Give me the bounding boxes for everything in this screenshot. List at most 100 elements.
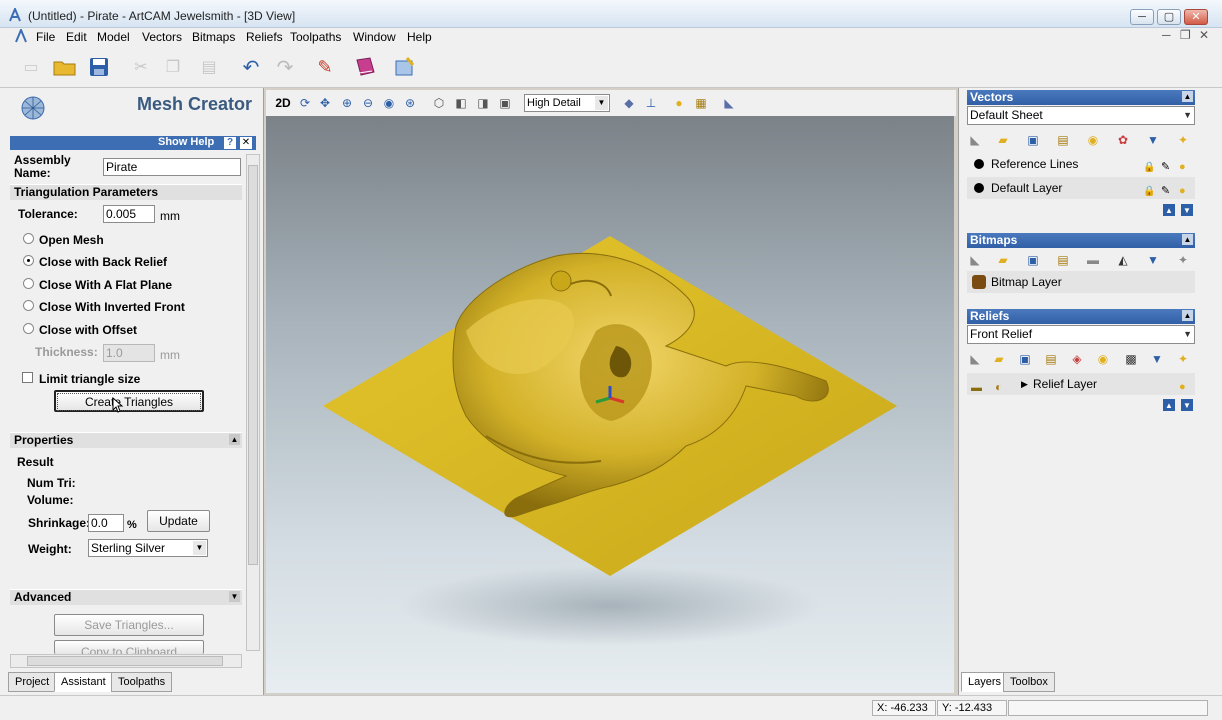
paste-icon[interactable]: ▤ — [196, 54, 222, 80]
2d-view-button[interactable]: 2D — [272, 94, 294, 112]
new-bitmap-icon[interactable]: ◣ — [967, 252, 983, 268]
layer-default[interactable]: Default Layer 🔒 ✎ ● — [967, 177, 1195, 199]
bulb-icon[interactable]: ◉ — [1085, 132, 1101, 148]
book-icon[interactable] — [352, 54, 378, 80]
combine-relief-icon[interactable]: ◈ — [1069, 351, 1085, 367]
expand-down-icon[interactable]: ▼ — [229, 591, 240, 602]
limit-triangle-checkbox[interactable] — [22, 372, 33, 383]
menu-window[interactable]: Window — [353, 30, 396, 44]
relief-select[interactable]: Front Relief — [967, 325, 1195, 344]
bitmap-settings-icon[interactable]: ✦ — [1175, 252, 1191, 268]
weight-select[interactable]: Sterling Silver ▼ — [88, 539, 208, 557]
radio-open-mesh[interactable] — [23, 233, 34, 244]
new-relief-icon[interactable]: ◣ — [967, 351, 983, 367]
move-up-icon[interactable]: ▲ — [1163, 204, 1175, 216]
iso-view-icon[interactable]: ⬡ — [430, 94, 448, 112]
lock-icon[interactable]: 🔒 — [1143, 157, 1155, 179]
pen-icon[interactable]: ✎ — [1161, 156, 1170, 178]
color-layer-icon[interactable]: ◭ — [1115, 252, 1131, 268]
collapse-up-icon[interactable]: ▲ — [1182, 91, 1193, 102]
tab-assistant[interactable]: Assistant — [54, 672, 113, 692]
3d-viewport[interactable] — [266, 116, 954, 693]
new-layer-icon[interactable]: ◣ — [967, 132, 983, 148]
collapse-up-icon[interactable]: ▲ — [229, 434, 240, 445]
minimize-button[interactable]: ─ — [1130, 9, 1154, 25]
radio-close-flat-plane[interactable] — [23, 278, 34, 289]
paste-layer-icon[interactable]: ▤ — [1055, 132, 1071, 148]
relief-film-icon[interactable]: ▩ — [1123, 351, 1139, 367]
visibility-bulb-icon[interactable]: ● — [1179, 156, 1186, 178]
layer-relief[interactable]: ▬ ◐ ▶ Relief Layer ● — [967, 373, 1195, 395]
collapse-up-icon[interactable]: ▲ — [1182, 310, 1193, 321]
pan-icon[interactable]: ✥ — [316, 94, 334, 112]
open-relief-icon[interactable]: ▰ — [991, 351, 1007, 367]
menu-edit[interactable]: Edit — [66, 30, 87, 44]
copy-icon[interactable]: ❐ — [160, 54, 186, 80]
show-help-link[interactable]: Show Help — [158, 136, 214, 148]
move-down-icon[interactable]: ▼ — [1181, 399, 1193, 411]
save-bitmap-icon[interactable]: ▣ — [1025, 252, 1041, 268]
detail-select[interactable]: High Detail ▼ — [524, 94, 610, 112]
lights-icon[interactable]: ✦ — [1175, 132, 1191, 148]
wizard-icon[interactable] — [392, 54, 418, 80]
close-button[interactable]: ✕ — [1184, 9, 1208, 25]
light-bulb-icon[interactable]: ● — [670, 94, 688, 112]
visibility-bulb-icon[interactable]: ● — [1179, 376, 1186, 398]
assembly-name-input[interactable]: Pirate — [103, 158, 241, 176]
update-button[interactable]: Update — [147, 510, 210, 532]
zoom-fit-icon[interactable]: ⊛ — [401, 94, 419, 112]
cut-icon[interactable]: ✂ — [128, 54, 154, 80]
tab-project[interactable]: Project — [8, 672, 57, 692]
sheet-select[interactable]: Default Sheet — [967, 106, 1195, 125]
paste-bitmap-icon[interactable]: ▤ — [1055, 252, 1071, 268]
shrinkage-input[interactable]: 0.0 — [88, 514, 124, 532]
mdi-minimize-button[interactable]: ─ — [1162, 28, 1171, 42]
relief-lights-icon[interactable]: ✦ — [1175, 351, 1191, 367]
rotate-icon[interactable]: ⟳ — [296, 94, 314, 112]
open-bitmap-icon[interactable]: ▰ — [995, 252, 1011, 268]
chevron-down-icon[interactable]: ▼ — [193, 541, 206, 555]
top-view-icon[interactable]: ▣ — [496, 94, 514, 112]
vertical-scrollbar[interactable] — [246, 154, 260, 651]
save-icon[interactable] — [86, 54, 112, 80]
delete-icon[interactable]: ▼ — [1145, 132, 1161, 148]
lock-icon[interactable]: 🔒 — [1143, 181, 1155, 203]
tab-toolpaths[interactable]: Toolpaths — [111, 672, 173, 692]
axes-icon[interactable]: ⊥ — [642, 94, 660, 112]
open-icon[interactable]: ▰ — [995, 132, 1011, 148]
front-view-icon[interactable]: ◧ — [452, 94, 470, 112]
expand-arrow-icon[interactable]: ▶ — [1021, 373, 1028, 395]
scroll-thumb[interactable] — [248, 165, 258, 565]
save-layer-icon[interactable]: ▣ — [1025, 132, 1041, 148]
grey-layer-icon[interactable]: ▬ — [1085, 252, 1101, 268]
move-up-icon[interactable]: ▲ — [1163, 399, 1175, 411]
layer-reference-lines[interactable]: Reference Lines 🔒 ✎ ● — [967, 153, 1195, 175]
tab-layers[interactable]: Layers — [961, 672, 1009, 692]
shade-icon[interactable]: ◣ — [720, 94, 738, 112]
maximize-button[interactable]: ▢ — [1157, 9, 1181, 25]
menu-toolpaths[interactable]: Toolpaths — [290, 30, 341, 44]
zoom-in-icon[interactable]: ⊕ — [338, 94, 356, 112]
copy-clipboard-button[interactable]: Copy to Clipboard — [54, 640, 204, 654]
radio-close-back-relief[interactable] — [23, 255, 34, 266]
document-icon[interactable] — [14, 29, 28, 43]
collapse-up-icon[interactable]: ▲ — [1182, 234, 1193, 245]
mdi-close-button[interactable]: ✕ — [1199, 28, 1209, 42]
help-icon[interactable]: ? — [224, 137, 236, 149]
menu-model[interactable]: Model — [97, 30, 130, 44]
radio-close-inverted-front[interactable] — [23, 300, 34, 311]
create-triangles-button[interactable]: Create Triangles — [54, 390, 204, 412]
save-relief-icon[interactable]: ▣ — [1017, 351, 1033, 367]
redo-icon[interactable]: ↷ — [272, 54, 298, 80]
menu-help[interactable]: Help — [407, 30, 432, 44]
new-icon[interactable]: ▭ — [18, 54, 44, 80]
visibility-bulb-icon[interactable]: ● — [1179, 180, 1186, 202]
menu-reliefs[interactable]: Reliefs — [246, 30, 283, 44]
side-view-icon[interactable]: ◨ — [474, 94, 492, 112]
menu-bitmaps[interactable]: Bitmaps — [192, 30, 235, 44]
merge-icon[interactable]: ✿ — [1115, 132, 1131, 148]
zoom-box-icon[interactable]: ◉ — [380, 94, 398, 112]
tab-toolbox[interactable]: Toolbox — [1003, 672, 1055, 692]
horizontal-scrollbar[interactable] — [10, 654, 242, 668]
save-triangles-button[interactable]: Save Triangles... — [54, 614, 204, 636]
